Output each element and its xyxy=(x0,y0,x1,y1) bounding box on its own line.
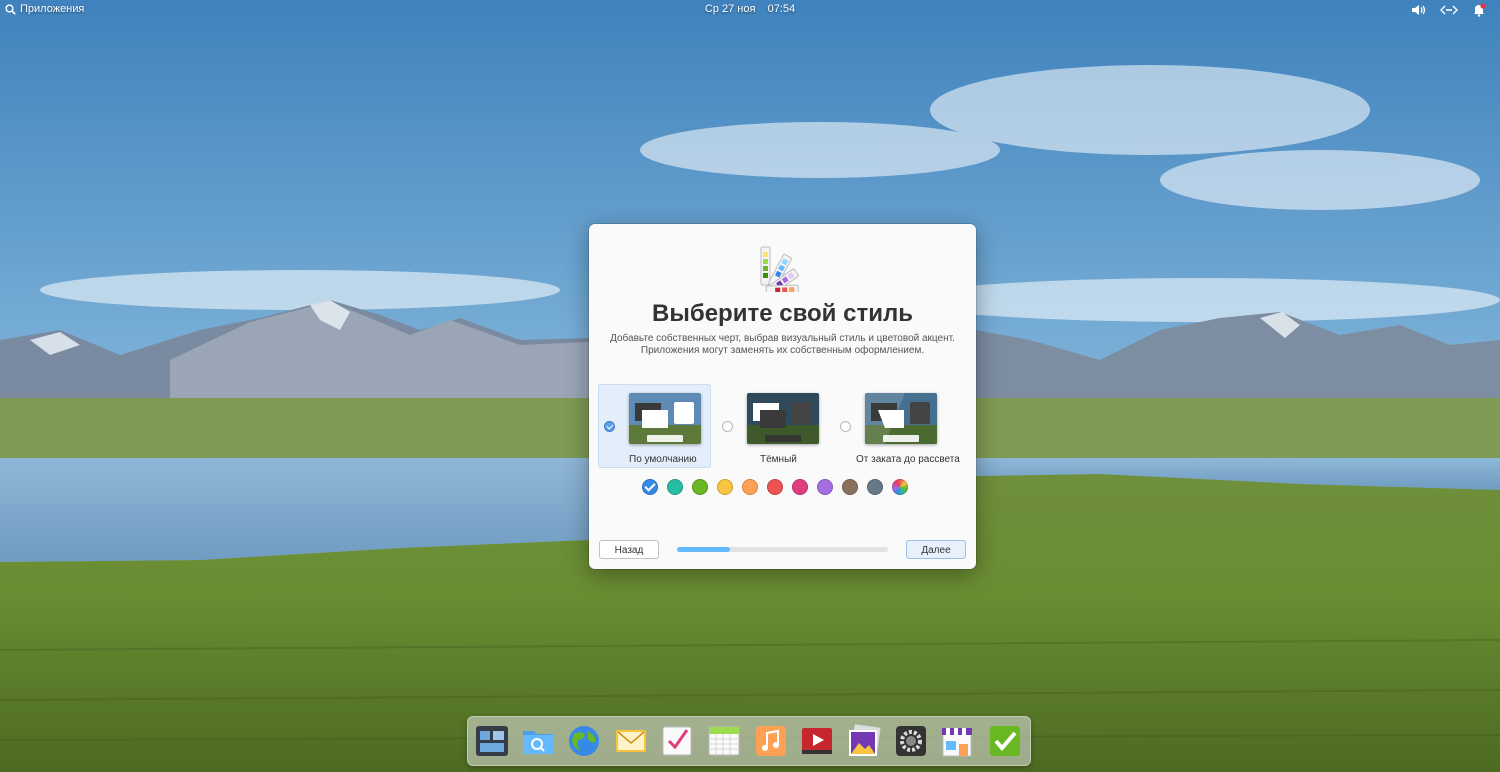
datetime-indicator[interactable]: Ср 27 ноя 07:54 xyxy=(705,3,795,15)
photos-icon[interactable] xyxy=(847,724,881,758)
dialog-title: Выберите свой стиль xyxy=(652,300,913,327)
onboarding-progress-fill xyxy=(677,547,730,552)
onboarding-progress xyxy=(677,547,888,552)
onboarding-icon[interactable] xyxy=(988,724,1022,758)
style-default-label: По умолчанию xyxy=(629,454,697,465)
files-icon[interactable] xyxy=(521,724,555,758)
top-panel: Приложения Ср 27 ноя 07:54 xyxy=(0,0,1500,20)
accent-green-swatch[interactable] xyxy=(692,479,708,495)
style-sunset-preview xyxy=(865,393,937,444)
calendar-icon[interactable] xyxy=(707,724,741,758)
mail-icon[interactable] xyxy=(614,724,648,758)
accent-pink-swatch[interactable] xyxy=(792,479,808,495)
tasks-icon[interactable] xyxy=(660,724,694,758)
applications-menu-button[interactable]: Приложения xyxy=(5,3,84,15)
style-default-radio[interactable] xyxy=(604,421,615,432)
appcenter-icon[interactable] xyxy=(940,724,974,758)
style-sunset-label: От заката до рассвета xyxy=(856,454,960,465)
system-settings-icon[interactable] xyxy=(894,724,928,758)
accent-mint-swatch[interactable] xyxy=(667,479,683,495)
style-option-sunset-to-sunrise[interactable]: От заката до рассвета xyxy=(834,384,969,468)
search-icon xyxy=(5,3,16,15)
accent-red-swatch[interactable] xyxy=(767,479,783,495)
style-dark-radio[interactable] xyxy=(722,421,733,432)
dialog-subtitle: Добавьте собственных черт, выбрав визуал… xyxy=(610,333,955,356)
applications-menu-label: Приложения xyxy=(20,3,85,15)
style-sunset-radio[interactable] xyxy=(840,421,851,432)
next-button[interactable]: Далее xyxy=(906,540,966,559)
style-dark-preview xyxy=(747,393,819,444)
web-browser-icon[interactable] xyxy=(567,724,601,758)
style-option-default[interactable]: По умолчанию xyxy=(598,384,711,468)
accent-purple-swatch[interactable] xyxy=(817,479,833,495)
style-dark-label: Тёмный xyxy=(760,454,797,465)
notifications-icon[interactable] xyxy=(1470,2,1488,18)
style-option-dark[interactable]: Тёмный xyxy=(716,384,829,468)
onboarding-dialog: Выберите свой стиль Добавьте собственных… xyxy=(589,224,976,569)
accent-blue-swatch[interactable] xyxy=(642,479,658,495)
volume-icon[interactable] xyxy=(1410,2,1428,18)
accent-slate-swatch[interactable] xyxy=(867,479,883,495)
multitasking-view-icon[interactable] xyxy=(475,724,509,758)
music-icon[interactable] xyxy=(754,724,788,758)
palette-icon xyxy=(760,246,799,292)
accent-color-picker xyxy=(642,479,908,495)
network-icon[interactable] xyxy=(1440,2,1458,18)
back-button[interactable]: Назад xyxy=(599,540,659,559)
style-default-preview xyxy=(629,393,701,444)
accent-auto-swatch[interactable] xyxy=(892,479,908,495)
accent-orange-swatch[interactable] xyxy=(742,479,758,495)
accent-yellow-swatch[interactable] xyxy=(717,479,733,495)
accent-brown-swatch[interactable] xyxy=(842,479,858,495)
dock xyxy=(467,716,1031,766)
videos-icon[interactable] xyxy=(800,724,834,758)
